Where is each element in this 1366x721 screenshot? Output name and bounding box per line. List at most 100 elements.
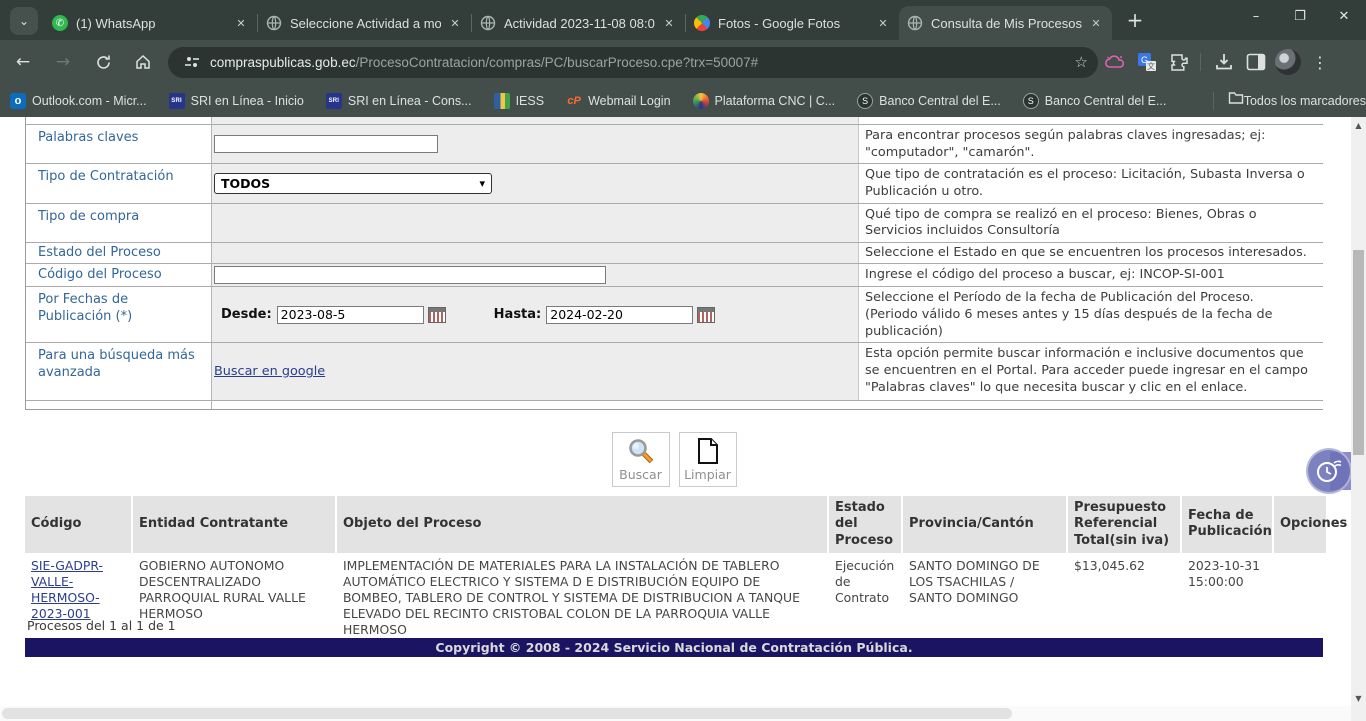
browser-toolbar: ← → compraspublicas.gob.ec/ProcesoContra… (0, 40, 1366, 84)
scrollbar-corner (1351, 706, 1366, 721)
cell-fecha: 2023-10-31 15:00:00 (1182, 555, 1272, 642)
extension-cloud-icon[interactable] (1100, 47, 1130, 77)
buscar-label: Buscar (619, 467, 662, 482)
banco-central-icon: S (857, 93, 873, 109)
proceso-codigo-link[interactable]: SIE-GADPR-VALLE-HERMOSO-2023-001 (31, 558, 103, 621)
google-photos-icon (691, 12, 714, 35)
bookmark-label: IESS (516, 94, 545, 108)
form-row-tipo-compra: Tipo de compra Qué tipo de compra se rea… (26, 203, 1322, 242)
tab-search-button[interactable]: ⌄ (10, 7, 38, 35)
back-icon[interactable]: ← (6, 45, 40, 79)
scrollbar-thumb[interactable] (1353, 250, 1364, 455)
address-bar[interactable]: compraspublicas.gob.ec/ProcesoContrataci… (168, 47, 1098, 78)
home-icon[interactable] (126, 45, 160, 79)
calendar-icon[interactable] (428, 307, 446, 323)
tab-strip: ⌄ ✆ (1) WhatsApp ✕ Seleccione Actividad … (0, 0, 1366, 40)
header-fecha: Fecha de Publicación (1182, 496, 1272, 553)
all-bookmarks[interactable]: Todos los marcadores (1213, 91, 1366, 110)
table-row: SIE-GADPR-VALLE-HERMOSO-2023-001 GOBIERN… (25, 555, 1326, 642)
buscar-en-google-link[interactable]: Buscar en google (214, 364, 325, 379)
tab-whatsapp[interactable]: ✆ (1) WhatsApp ✕ (44, 6, 257, 40)
tipo-contratacion-select[interactable]: TODOS ▾ (214, 173, 492, 194)
bookmark-label: Plataforma CNC | C... (715, 94, 836, 108)
all-bookmarks-label: Todos los marcadores (1244, 94, 1366, 108)
field-label: Tipo de Contratación (38, 169, 174, 184)
bookmark-label: SRI en Línea - Inicio (191, 94, 304, 108)
calendar-icon[interactable] (697, 307, 715, 323)
fecha-hasta-input[interactable] (546, 306, 693, 324)
side-panel-icon[interactable] (1241, 47, 1271, 77)
bookmark-sri-inicio[interactable]: SRI SRI en Línea - Inicio (169, 93, 304, 109)
translate-icon[interactable]: G文 (1132, 47, 1162, 77)
menu-kebab-icon[interactable]: ⋮ (1305, 47, 1335, 77)
scroll-up-arrow[interactable]: ▲ (1351, 117, 1366, 133)
winged-clock-icon (1314, 456, 1344, 486)
cell-estado: Ejecución de Contrato (829, 555, 901, 642)
form-row-estado-proceso: Estado del Proceso Seleccione el Estado … (26, 242, 1322, 264)
avatar (1275, 49, 1301, 75)
tab-consulta-procesos-active[interactable]: Consulta de Mis Procesos ✕ (899, 6, 1112, 40)
extensions-puzzle-icon[interactable] (1164, 47, 1194, 77)
cpanel-icon: cP (566, 93, 582, 109)
bookmark-star-icon[interactable]: ☆ (1075, 53, 1088, 71)
field-help: Ingrese el código del proceso a buscar, … (858, 264, 1324, 286)
tab-close-icon[interactable]: ✕ (661, 15, 677, 31)
cell-opciones (1274, 555, 1326, 642)
field-help: Esta opción permite buscar información e… (858, 343, 1324, 400)
globe-icon (480, 15, 496, 31)
tab-seleccione-actividad[interactable]: Seleccione Actividad a modi ✕ (258, 6, 471, 40)
field-label: Por Fechas de Publicación (*) (38, 292, 132, 323)
toolbar-separator (1200, 53, 1201, 71)
bookmark-iess[interactable]: IESS (494, 93, 545, 109)
globe-icon (907, 15, 923, 31)
bookmark-webmail[interactable]: cP Webmail Login (566, 93, 670, 109)
chevron-down-icon: ▾ (479, 177, 485, 190)
tab-close-icon[interactable]: ✕ (447, 15, 463, 31)
palabras-claves-input[interactable] (214, 135, 438, 153)
window-controls: – ❐ ✕ (1234, 0, 1366, 32)
cell-objeto: IMPLEMENTACIÓN DE MATERIALES PARA LA INS… (337, 555, 827, 642)
bookmark-banco-central-2[interactable]: S Banco Central del E... (1023, 93, 1167, 109)
profile-avatar[interactable] (1273, 47, 1303, 77)
url-path: /ProcesoContratacion/compras/PC/buscarPr… (356, 55, 759, 70)
scrollbar-thumb[interactable] (2, 708, 1012, 719)
forward-icon[interactable]: → (46, 45, 80, 79)
magnifier-icon (627, 437, 655, 465)
scroll-down-arrow[interactable]: ▼ (1351, 690, 1366, 706)
minimize-button[interactable]: – (1234, 0, 1278, 32)
field-label: Palabras claves (38, 130, 138, 145)
bookmark-outlook[interactable]: o Outlook.com - Micr... (10, 93, 147, 109)
bookmark-sri-consultas[interactable]: SRI SRI en Línea - Cons... (326, 93, 472, 109)
tab-title: Fotos - Google Fotos (718, 16, 869, 31)
form-row-partial (26, 117, 1322, 124)
horizontal-scrollbar[interactable] (0, 706, 1351, 721)
bookmark-cnc[interactable]: Plataforma CNC | C... (693, 93, 836, 109)
tab-close-icon[interactable]: ✕ (875, 15, 891, 31)
globe-icon (266, 15, 282, 31)
bookmark-label: Webmail Login (588, 94, 670, 108)
limpiar-button[interactable]: Limpiar (679, 432, 737, 487)
vertical-scrollbar[interactable]: ▲ ▼ (1351, 117, 1366, 706)
bookmark-banco-central-1[interactable]: S Banco Central del E... (857, 93, 1001, 109)
cell-provincia: SANTO DOMINGO DE LOS TSACHILAS / SANTO D… (903, 555, 1066, 642)
bookmark-label: SRI en Línea - Cons... (348, 94, 472, 108)
reload-icon[interactable] (86, 45, 120, 79)
tab-google-fotos[interactable]: Fotos - Google Fotos ✕ (686, 6, 899, 40)
tab-close-icon[interactable]: ✕ (233, 15, 249, 31)
new-tab-button[interactable]: + (1122, 8, 1148, 32)
close-button[interactable]: ✕ (1322, 0, 1366, 32)
floating-clock-widget[interactable] (1306, 448, 1352, 494)
form-row-busqueda-avanzada: Para una búsqueda más avanzada Buscar en… (26, 342, 1322, 400)
downloads-icon[interactable] (1209, 47, 1239, 77)
field-help: Seleccione el Período de la fecha de Pub… (858, 287, 1324, 342)
site-info-icon[interactable] (182, 54, 202, 70)
tab-title: Seleccione Actividad a modi (290, 16, 441, 31)
field-help: Que tipo de contratación es el proceso: … (858, 164, 1324, 202)
restore-button[interactable]: ❐ (1278, 0, 1322, 32)
tab-close-icon[interactable]: ✕ (1088, 15, 1104, 31)
tab-actividad[interactable]: Actividad 2023-11-08 08:00: ✕ (472, 6, 685, 40)
header-opciones: Opciones (1274, 496, 1326, 553)
fecha-desde-input[interactable] (277, 306, 424, 324)
codigo-proceso-input[interactable] (214, 266, 606, 284)
buscar-button[interactable]: Buscar (612, 432, 670, 487)
